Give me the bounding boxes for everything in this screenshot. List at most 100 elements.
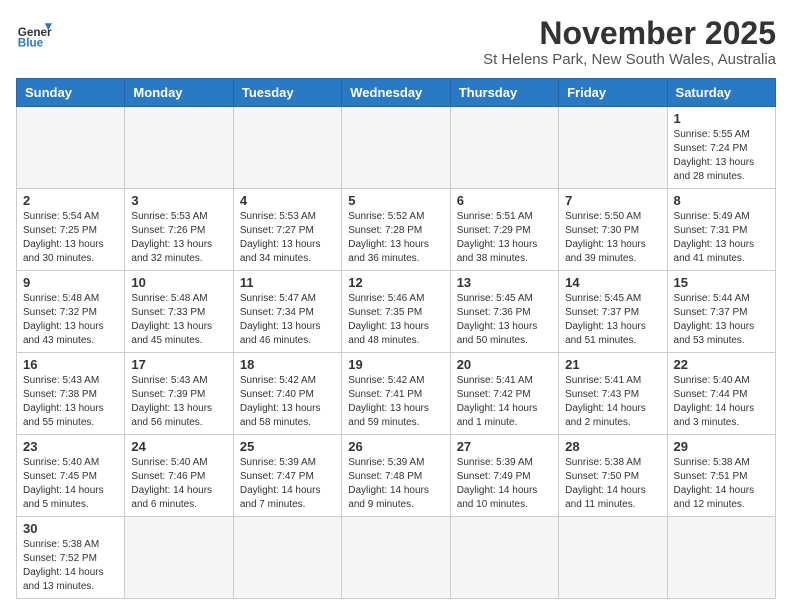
- day-info: Sunrise: 5:43 AM Sunset: 7:38 PM Dayligh…: [23, 374, 118, 430]
- week-row-3: 9 Sunrise: 5:48 AM Sunset: 7:32 PM Daylig…: [17, 271, 776, 353]
- day-info: Sunrise: 5:50 AM Sunset: 7:30 PM Dayligh…: [565, 210, 660, 266]
- svg-text:Blue: Blue: [18, 37, 44, 50]
- calendar-cell: [342, 517, 450, 599]
- calendar-cell: [125, 517, 233, 599]
- week-row-2: 2 Sunrise: 5:54 AM Sunset: 7:25 PM Daylig…: [17, 189, 776, 271]
- day-number: 28: [565, 439, 660, 454]
- calendar-cell: [17, 107, 125, 189]
- calendar-cell: 3Sunrise: 5:53 AM Sunset: 7:26 PM Daylig…: [125, 189, 233, 271]
- day-number: 27: [457, 439, 552, 454]
- day-number: 8: [674, 193, 769, 208]
- calendar-cell: 28 Sunrise: 5:38 AM Sunset: 7:50 PM Dayli…: [559, 435, 667, 517]
- logo: General Blue: [16, 16, 52, 52]
- day-info: Sunrise: 5:38 AM Sunset: 7:50 PM Dayligh…: [565, 456, 660, 512]
- day-number: 9: [23, 275, 118, 290]
- day-info: Sunrise: 5:42 AM Sunset: 7:40 PM Dayligh…: [240, 374, 335, 430]
- day-number: 3: [131, 193, 226, 208]
- day-number: 7: [565, 193, 660, 208]
- weekday-header-friday: Friday: [559, 79, 667, 107]
- day-info: Sunrise: 5:46 AM Sunset: 7:35 PM Dayligh…: [348, 292, 443, 348]
- calendar-cell: [233, 107, 341, 189]
- calendar-cell: 4 Sunrise: 5:53 AM Sunset: 7:27 PM Daylig…: [233, 189, 341, 271]
- calendar-cell: 17 Sunrise: 5:43 AM Sunset: 7:39 PM Dayli…: [125, 353, 233, 435]
- day-info: Sunrise: 5:39 AM Sunset: 7:49 PM Dayligh…: [457, 456, 552, 512]
- calendar-cell: 14 Sunrise: 5:45 AM Sunset: 7:37 PM Dayli…: [559, 271, 667, 353]
- day-number: 1: [674, 111, 769, 126]
- day-info: Sunrise: 5:44 AM Sunset: 7:37 PM Dayligh…: [674, 292, 769, 348]
- weekday-header-thursday: Thursday: [450, 79, 558, 107]
- day-number: 13: [457, 275, 552, 290]
- day-number: 11: [240, 275, 335, 290]
- day-info: Sunrise: 5:45 AM Sunset: 7:37 PM Dayligh…: [565, 292, 660, 348]
- weekday-header-wednesday: Wednesday: [342, 79, 450, 107]
- day-info: Sunrise: 5:45 AM Sunset: 7:36 PM Dayligh…: [457, 292, 552, 348]
- calendar-cell: 19Sunrise: 5:42 AM Sunset: 7:41 PM Dayli…: [342, 353, 450, 435]
- day-info: Sunrise: 5:52 AM Sunset: 7:28 PM Dayligh…: [348, 210, 443, 266]
- calendar-cell: 1 Sunrise: 5:55 AM Sunset: 7:24 PM Daylig…: [667, 107, 775, 189]
- day-number: 10: [131, 275, 226, 290]
- week-row-1: 1 Sunrise: 5:55 AM Sunset: 7:24 PM Daylig…: [17, 107, 776, 189]
- day-info: Sunrise: 5:53 AM Sunset: 7:27 PM Dayligh…: [240, 210, 335, 266]
- calendar-cell: 23 Sunrise: 5:40 AM Sunset: 7:45 PM Dayli…: [17, 435, 125, 517]
- logo-icon: General Blue: [16, 16, 52, 52]
- day-number: 12: [348, 275, 443, 290]
- day-info: Sunrise: 5:54 AM Sunset: 7:25 PM Dayligh…: [23, 210, 118, 266]
- day-number: 25: [240, 439, 335, 454]
- day-number: 14: [565, 275, 660, 290]
- month-title: November 2025: [483, 16, 776, 51]
- calendar-cell: 25 Sunrise: 5:39 AM Sunset: 7:47 PM Dayli…: [233, 435, 341, 517]
- day-info: Sunrise: 5:40 AM Sunset: 7:46 PM Dayligh…: [131, 456, 226, 512]
- day-info: Sunrise: 5:38 AM Sunset: 7:52 PM Dayligh…: [23, 538, 118, 594]
- calendar-cell: [233, 517, 341, 599]
- day-number: 21: [565, 357, 660, 372]
- day-info: Sunrise: 5:55 AM Sunset: 7:24 PM Dayligh…: [674, 128, 769, 184]
- calendar-cell: 10Sunrise: 5:48 AM Sunset: 7:33 PM Dayli…: [125, 271, 233, 353]
- day-info: Sunrise: 5:48 AM Sunset: 7:32 PM Dayligh…: [23, 292, 118, 348]
- calendar-cell: [342, 107, 450, 189]
- calendar-cell: 29Sunrise: 5:38 AM Sunset: 7:51 PM Dayli…: [667, 435, 775, 517]
- calendar-cell: [450, 107, 558, 189]
- week-row-6: 30Sunrise: 5:38 AM Sunset: 7:52 PM Dayli…: [17, 517, 776, 599]
- calendar-cell: 18 Sunrise: 5:42 AM Sunset: 7:40 PM Dayli…: [233, 353, 341, 435]
- day-info: Sunrise: 5:41 AM Sunset: 7:43 PM Dayligh…: [565, 374, 660, 430]
- day-number: 4: [240, 193, 335, 208]
- day-number: 17: [131, 357, 226, 372]
- week-row-4: 16 Sunrise: 5:43 AM Sunset: 7:38 PM Dayli…: [17, 353, 776, 435]
- weekday-header-monday: Monday: [125, 79, 233, 107]
- calendar-cell: 2 Sunrise: 5:54 AM Sunset: 7:25 PM Daylig…: [17, 189, 125, 271]
- location: St Helens Park, New South Wales, Austral…: [483, 51, 776, 68]
- calendar-cell: 16 Sunrise: 5:43 AM Sunset: 7:38 PM Dayli…: [17, 353, 125, 435]
- day-number: 2: [23, 193, 118, 208]
- calendar-cell: [667, 517, 775, 599]
- weekday-header-saturday: Saturday: [667, 79, 775, 107]
- day-info: Sunrise: 5:41 AM Sunset: 7:42 PM Dayligh…: [457, 374, 552, 430]
- calendar-cell: 11 Sunrise: 5:47 AM Sunset: 7:34 PM Dayli…: [233, 271, 341, 353]
- calendar-cell: 26Sunrise: 5:39 AM Sunset: 7:48 PM Dayli…: [342, 435, 450, 517]
- calendar-cell: 8Sunrise: 5:49 AM Sunset: 7:31 PM Daylig…: [667, 189, 775, 271]
- day-number: 19: [348, 357, 443, 372]
- calendar-cell: [559, 107, 667, 189]
- day-number: 24: [131, 439, 226, 454]
- day-info: Sunrise: 5:40 AM Sunset: 7:45 PM Dayligh…: [23, 456, 118, 512]
- day-number: 22: [674, 357, 769, 372]
- weekday-header-row: SundayMondayTuesdayWednesdayThursdayFrid…: [17, 79, 776, 107]
- day-number: 16: [23, 357, 118, 372]
- day-info: Sunrise: 5:47 AM Sunset: 7:34 PM Dayligh…: [240, 292, 335, 348]
- calendar-cell: 7 Sunrise: 5:50 AM Sunset: 7:30 PM Daylig…: [559, 189, 667, 271]
- calendar-cell: 21 Sunrise: 5:41 AM Sunset: 7:43 PM Dayli…: [559, 353, 667, 435]
- day-number: 15: [674, 275, 769, 290]
- day-info: Sunrise: 5:43 AM Sunset: 7:39 PM Dayligh…: [131, 374, 226, 430]
- calendar-cell: [559, 517, 667, 599]
- page-header: General Blue November 2025 St Helens Par…: [16, 16, 776, 68]
- day-number: 18: [240, 357, 335, 372]
- day-number: 26: [348, 439, 443, 454]
- weekday-header-tuesday: Tuesday: [233, 79, 341, 107]
- day-number: 6: [457, 193, 552, 208]
- calendar-cell: 27 Sunrise: 5:39 AM Sunset: 7:49 PM Dayli…: [450, 435, 558, 517]
- calendar-cell: 22Sunrise: 5:40 AM Sunset: 7:44 PM Dayli…: [667, 353, 775, 435]
- calendar-cell: 13 Sunrise: 5:45 AM Sunset: 7:36 PM Dayli…: [450, 271, 558, 353]
- day-info: Sunrise: 5:39 AM Sunset: 7:47 PM Dayligh…: [240, 456, 335, 512]
- day-number: 23: [23, 439, 118, 454]
- calendar-cell: 6Sunrise: 5:51 AM Sunset: 7:29 PM Daylig…: [450, 189, 558, 271]
- day-number: 20: [457, 357, 552, 372]
